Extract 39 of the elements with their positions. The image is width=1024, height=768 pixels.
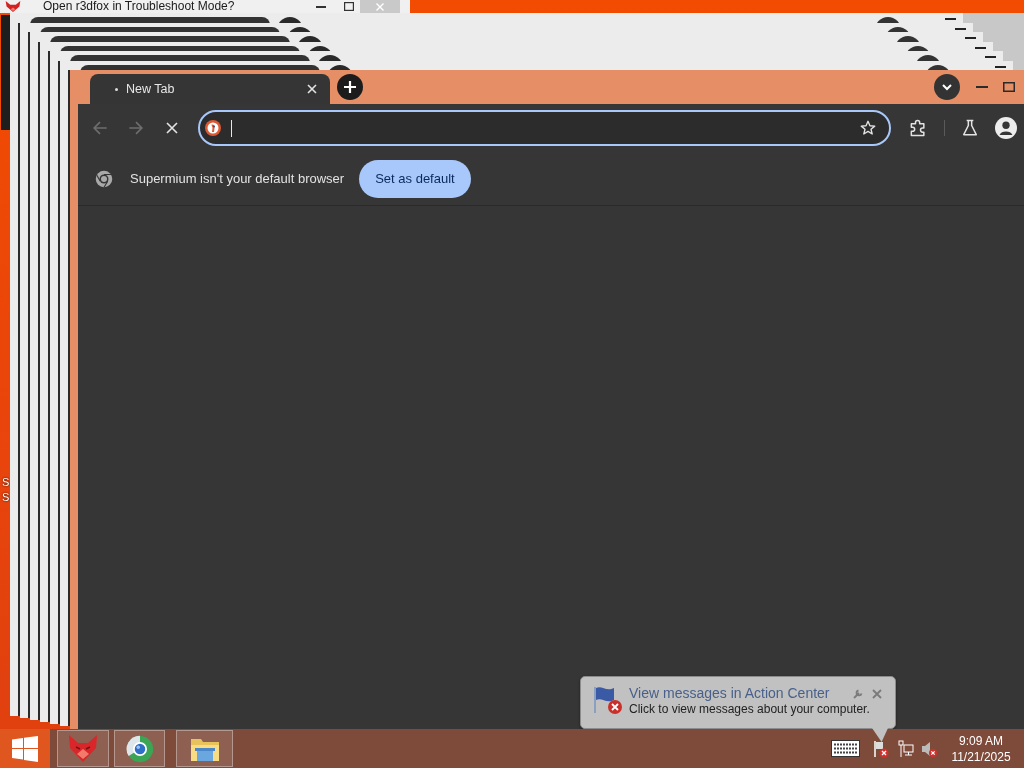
set-default-button[interactable]: Set as default — [359, 159, 471, 198]
close-icon — [376, 2, 384, 11]
new-tab-plus-icon[interactable] — [337, 74, 363, 100]
notification-title: View messages in Action Center — [629, 685, 830, 702]
taskbar-button[interactable] — [176, 730, 233, 767]
taskbar-button[interactable] — [114, 730, 165, 767]
browser-tab[interactable]: New Tab — [90, 74, 330, 104]
flask-icon[interactable] — [960, 118, 980, 138]
flag-error-icon[interactable] — [873, 739, 889, 758]
bookmark-star-icon[interactable] — [859, 119, 877, 137]
puzzle-piece-icon[interactable] — [908, 118, 928, 138]
loading-dot-icon — [115, 87, 118, 91]
search-engine-icon — [205, 120, 221, 136]
start-button[interactable] — [0, 729, 50, 768]
fox-icon — [5, 1, 21, 12]
maximize-icon[interactable] — [344, 2, 354, 11]
clock-date: 11/21/2025 — [951, 748, 1011, 765]
desktop-icon-label: S — [2, 476, 10, 489]
network-icon[interactable] — [898, 739, 914, 758]
clock-time: 9:09 AM — [959, 732, 1003, 749]
address-field[interactable] — [198, 110, 891, 146]
dialog-title: Open r3dfox in Troubleshoot Mode? — [43, 0, 235, 13]
browser-logo-icon — [95, 169, 113, 188]
fox-icon — [67, 734, 99, 763]
minimize-icon[interactable] — [316, 5, 326, 8]
maximize-icon[interactable] — [1003, 82, 1015, 92]
profile-avatar-icon[interactable] — [995, 117, 1017, 139]
infobar-message: Supermium isn't your default browser — [130, 171, 345, 186]
tab-title: New Tab — [126, 82, 175, 96]
clock[interactable]: 9:09 AM 11/21/2025 — [950, 732, 1012, 765]
start-icon — [12, 735, 38, 762]
muted-speaker-icon[interactable] — [921, 739, 937, 758]
globe-icon — [123, 734, 156, 763]
text-caret — [231, 119, 232, 137]
flag-error-icon — [592, 685, 624, 715]
chevron-down-icon[interactable] — [934, 74, 960, 100]
desktop-icon-label: S — [2, 491, 10, 504]
notification-message: Click to view messages about your computer. — [629, 702, 871, 717]
keyboard-icon[interactable] — [831, 740, 860, 757]
